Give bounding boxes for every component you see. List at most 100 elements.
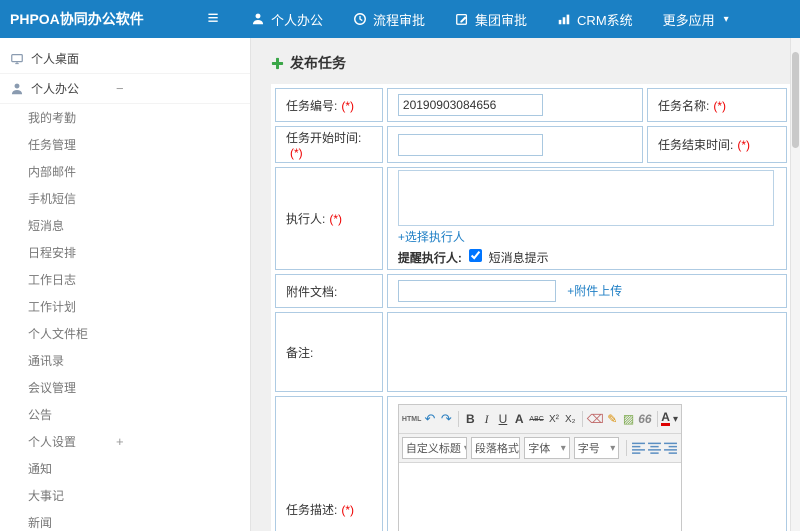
top-header: PHPOA协同办公软件 ≡ 个人办公 流程审批 集团审批 CRM系统 更多应用 …: [0, 0, 800, 38]
sidebar-item-schedule[interactable]: 日程安排: [0, 239, 250, 266]
align-right-icon[interactable]: [663, 438, 678, 458]
italic-button[interactable]: I: [479, 409, 494, 429]
chevron-down-icon: ▾: [610, 442, 616, 454]
sidebar-item-work-plan[interactable]: 工作计划: [0, 293, 250, 320]
editor-content-area[interactable]: [398, 463, 681, 531]
remark-textarea[interactable]: [397, 315, 780, 389]
undo-icon[interactable]: ↶: [422, 409, 437, 429]
sidebar-item-label: 日程安排: [28, 246, 77, 260]
task-name-label: 任务名称: (*): [647, 88, 787, 122]
nav-label: 个人办公: [271, 12, 324, 28]
highlight-icon[interactable]: ▨: [621, 409, 636, 429]
nav-personal-office[interactable]: 个人办公: [236, 0, 338, 38]
sidebar-group-personal-office[interactable]: 个人办公 −: [0, 74, 250, 104]
publish-task-form: 任务编号:(*) 任务名称:(*) 任务开始时间:(*) 任务结束时间:(*): [271, 84, 791, 531]
superscript-button[interactable]: X²: [546, 409, 561, 429]
executor-textarea[interactable]: [397, 170, 775, 226]
sidebar-item-file-cabinet[interactable]: 个人文件柜: [0, 320, 250, 347]
chevron-down-icon: ▾: [560, 442, 566, 454]
start-time-input[interactable]: [397, 133, 543, 156]
sidebar-item-task-management[interactable]: 任务管理: [0, 131, 250, 158]
sidebar: 个人桌面 个人办公 − 我的考勤 任务管理 内部邮件 手机短信 短消息 日程安排…: [0, 38, 251, 531]
required-mark: (*): [290, 146, 303, 160]
remove-format-icon[interactable]: ⌫: [587, 409, 604, 429]
sidebar-item-sms[interactable]: 手机短信: [0, 185, 250, 212]
nav-workflow-approval[interactable]: 流程审批: [338, 0, 440, 38]
sidebar-item-label: 短消息: [28, 219, 65, 233]
font-attributes-button[interactable]: A: [512, 409, 527, 429]
sidebar-item-attendance[interactable]: 我的考勤: [0, 104, 250, 131]
sidebar-item-label: 公告: [28, 408, 53, 422]
rich-text-editor: HTML ↶ ↷ B I U A ABC X² X₂ ⌫ ✎ ▨ 66 A ▾ …: [397, 404, 682, 531]
sidebar-item-label: 内部邮件: [28, 165, 77, 179]
sidebar-item-internal-mail[interactable]: 内部邮件: [0, 158, 250, 185]
attachment-input[interactable]: [397, 280, 556, 302]
heading-select[interactable]: 自定义标题▾: [401, 437, 467, 459]
chevron-down-icon: ▾: [464, 443, 466, 454]
collapse-icon[interactable]: −: [116, 81, 124, 96]
sidebar-item-announcement[interactable]: 公告: [0, 401, 250, 428]
sidebar-item-label: 通讯录: [28, 354, 65, 368]
nav-label: 更多应用: [662, 12, 715, 28]
page-title-row: 发布任务: [271, 50, 791, 76]
choose-executor-link[interactable]: +选择执行人: [398, 230, 465, 244]
sidebar-item-desktop[interactable]: 个人桌面: [0, 44, 250, 74]
attachment-label: 附件文档:: [275, 274, 383, 308]
expand-icon[interactable]: +: [116, 434, 124, 449]
nav-more-apps[interactable]: 更多应用 ▾: [648, 0, 744, 38]
sidebar-item-label: 工作计划: [28, 300, 77, 314]
editor-toolbar-row2: 自定义标题▾ 段落格式▾ 字体▾ 字号▾: [398, 434, 681, 463]
page-title: 发布任务: [290, 55, 346, 71]
user-icon: [251, 12, 265, 26]
redo-icon[interactable]: ↷: [439, 409, 454, 429]
toolbar-separator: [656, 411, 658, 427]
font-color-button[interactable]: A ▾: [661, 409, 678, 429]
edit-icon: [455, 12, 469, 26]
align-center-icon[interactable]: [647, 438, 662, 458]
blockquote-button[interactable]: 66: [637, 409, 652, 429]
subscript-button[interactable]: X₂: [563, 409, 578, 429]
nav-label: 集团审批: [475, 12, 528, 28]
bar-chart-icon: [557, 12, 571, 26]
start-time-label: 任务开始时间:(*): [275, 126, 383, 163]
sidebar-item-label: 个人设置: [28, 435, 77, 449]
sidebar-item-label: 大事记: [28, 489, 65, 503]
strikethrough-button[interactable]: ABC: [528, 409, 545, 429]
paragraph-format-select[interactable]: 段落格式▾: [470, 437, 521, 459]
font-size-select[interactable]: 字号 ▾: [573, 437, 620, 459]
description-label: 任务描述: (*): [275, 396, 383, 531]
format-painter-icon[interactable]: ✎: [605, 409, 620, 429]
sidebar-item-meeting[interactable]: 会议管理: [0, 374, 250, 401]
sidebar-group-label: 个人办公: [31, 82, 80, 96]
sidebar-item-label: 工作日志: [28, 273, 77, 287]
sidebar-item-events[interactable]: 大事记: [0, 482, 250, 509]
required-mark: (*): [737, 138, 751, 152]
add-icon: [271, 57, 284, 70]
chevron-down-icon: ▾: [672, 413, 678, 425]
sidebar-item-label: 个人文件柜: [28, 327, 89, 341]
sidebar-item-notice[interactable]: 通知: [0, 455, 250, 482]
end-time-label: 任务结束时间: (*): [647, 126, 787, 163]
align-left-icon[interactable]: [631, 438, 646, 458]
toolbar-separator: [457, 411, 459, 427]
nav-crm-system[interactable]: CRM系统: [542, 0, 648, 38]
html-source-button[interactable]: HTML: [402, 409, 421, 429]
sidebar-item-work-log[interactable]: 工作日志: [0, 266, 250, 293]
nav-group-approval[interactable]: 集团审批: [440, 0, 542, 38]
bold-button[interactable]: B: [463, 409, 478, 429]
vertical-scrollbar[interactable]: [790, 38, 800, 531]
attachment-upload-link[interactable]: +附件上传: [567, 284, 622, 298]
sidebar-item-short-message[interactable]: 短消息: [0, 212, 250, 239]
underline-button[interactable]: U: [495, 409, 510, 429]
desktop-icon: [10, 52, 24, 66]
required-mark: (*): [713, 98, 727, 113]
font-family-select[interactable]: 字体 ▾: [524, 437, 570, 459]
app-logo: PHPOA协同办公软件: [10, 11, 144, 27]
sidebar-item-news[interactable]: 新闻: [0, 509, 250, 531]
task-no-input[interactable]: [397, 94, 543, 116]
scrollbar-thumb[interactable]: [792, 52, 799, 148]
sidebar-group-personal-settings[interactable]: 个人设置 +: [0, 428, 250, 455]
sms-remind-checkbox[interactable]: [469, 249, 483, 262]
sidebar-item-contacts[interactable]: 通讯录: [0, 347, 250, 374]
menu-toggle-icon[interactable]: ≡: [190, 0, 236, 38]
